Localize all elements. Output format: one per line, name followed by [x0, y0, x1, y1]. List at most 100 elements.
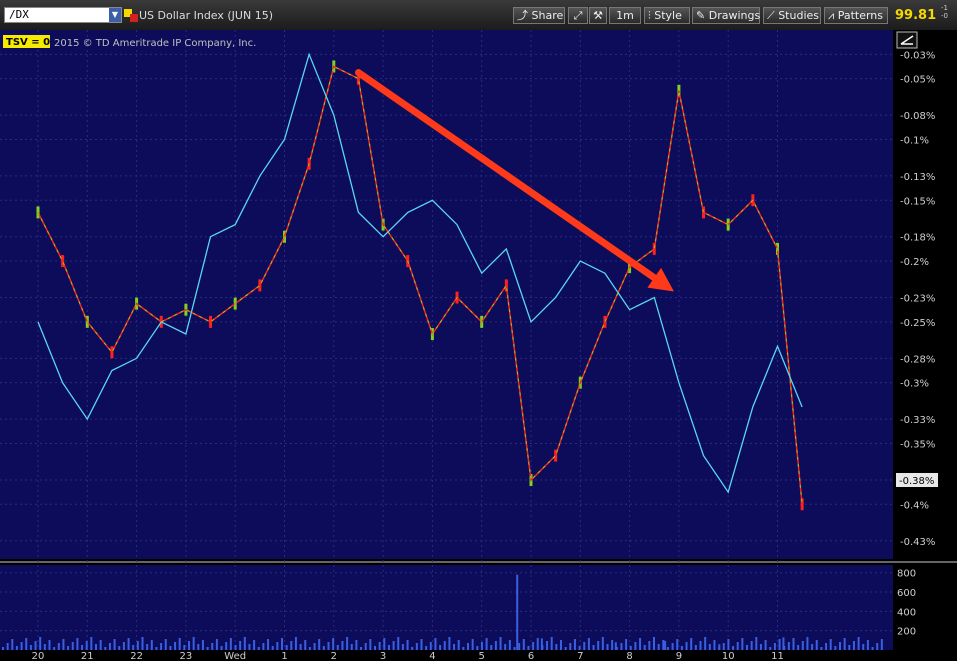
volume-bar — [29, 645, 32, 650]
volume-bar — [355, 640, 358, 650]
volume-bar — [680, 646, 683, 650]
volume-bar — [508, 640, 511, 650]
volume-bar — [229, 638, 232, 650]
side-bottom: -0 — [941, 12, 948, 20]
y-tick-label: -0.43% — [900, 537, 935, 548]
volume-bar — [648, 641, 651, 650]
y-tick-label: -0.23% — [900, 294, 935, 305]
drawings-button[interactable]: ✎ Drawings — [692, 7, 760, 24]
volume-bar — [727, 639, 730, 650]
volume-bar — [453, 644, 456, 650]
volume-bar — [378, 642, 381, 650]
link-icon[interactable] — [130, 14, 138, 22]
volume-bar — [592, 645, 595, 650]
volume-bar — [104, 647, 107, 650]
study-label: TSV = 0 — [6, 37, 50, 48]
x-tick-label: 4 — [429, 651, 435, 661]
style-button[interactable]: ⫶ Style — [644, 7, 690, 24]
volume-bar — [95, 644, 97, 650]
volume-bar — [174, 642, 177, 650]
volume-bar — [201, 640, 204, 650]
volume-bar — [694, 645, 697, 650]
patterns-icon: ⩘ — [828, 9, 838, 22]
volume-bar — [443, 641, 446, 650]
price-axis — [893, 30, 957, 661]
volume-bar — [225, 642, 228, 650]
volume-bar — [448, 637, 451, 650]
volume-panel — [0, 565, 893, 650]
volume-bar — [304, 640, 307, 650]
volume-bar — [122, 642, 125, 650]
volume-spike — [782, 637, 785, 650]
x-tick-label: 21 — [81, 651, 94, 661]
symbol-input[interactable]: /DX — [4, 7, 122, 23]
volume-bar — [513, 647, 516, 650]
volume-bar — [866, 640, 869, 650]
volume-bar — [750, 641, 753, 650]
volume-bar — [611, 640, 614, 650]
volume-bar — [118, 646, 121, 650]
volume-bar — [787, 642, 790, 650]
x-tick-label: 5 — [479, 651, 485, 661]
volume-bar — [764, 640, 767, 650]
volume-bar — [332, 638, 335, 650]
y-tick-label: -0.3% — [900, 379, 929, 390]
tools-icon[interactable]: ⚒ — [589, 7, 607, 24]
x-tick-label: 6 — [528, 651, 534, 661]
symbol-dropdown-icon[interactable]: ▼ — [109, 8, 121, 22]
style-label: Style — [654, 9, 682, 22]
volume-bar — [662, 640, 665, 650]
y-tick-label: -0.1% — [900, 135, 929, 146]
volume-bar — [369, 639, 372, 650]
volume-bar — [248, 644, 251, 650]
y-tick-label: -0.2% — [900, 257, 929, 268]
y-tick-label: -0.05% — [900, 75, 935, 86]
volume-bar — [569, 643, 572, 650]
volume-bar — [722, 643, 725, 650]
volume-bar — [327, 642, 330, 650]
volume-bar — [15, 646, 18, 650]
price-chart[interactable]: -0.03% -0.05% -0.08% -0.1% -0.13% -0.15% -0.18… — [0, 30, 957, 661]
volume-bar — [653, 637, 655, 650]
x-tick-label: 9 — [676, 651, 682, 661]
volume-tick-label: 600 — [897, 588, 916, 599]
volume-bar — [829, 639, 832, 650]
volume-bar — [560, 640, 562, 650]
volume-bar — [81, 645, 84, 650]
y-tick-label: -0.25% — [900, 318, 935, 329]
volume-bar — [597, 641, 600, 650]
side-top: -1 — [941, 4, 948, 12]
volume-bar — [797, 645, 800, 650]
volume-bar — [420, 639, 423, 650]
volume-bar — [713, 640, 716, 650]
share-button[interactable]: ⤴ Share — [513, 7, 565, 24]
volume-bar — [99, 640, 102, 650]
timeframe-button[interactable]: 1m — [609, 7, 641, 24]
x-tick-label: 22 — [130, 651, 143, 661]
y-tick-label: -0.15% — [900, 196, 935, 207]
volume-bar — [271, 646, 274, 650]
volume-bar — [188, 641, 190, 650]
volume-bar — [471, 639, 474, 650]
studies-label: Studies — [778, 9, 820, 22]
volume-bar — [387, 645, 390, 650]
volume-bar — [53, 647, 56, 650]
volume-bar — [429, 642, 432, 650]
volume-bar — [499, 637, 502, 650]
copyright-text: 2015 © TD Ameritrade IP Company, Inc. — [54, 38, 256, 49]
volume-bar — [778, 639, 781, 650]
volume-bar — [806, 637, 809, 650]
current-value-label: -0.38% — [899, 476, 934, 487]
patterns-button[interactable]: ⩘ Patterns — [824, 7, 888, 24]
volume-bar — [518, 643, 521, 650]
volume-bar — [281, 638, 283, 650]
volume-bar — [457, 640, 460, 650]
expand-icon[interactable]: ⤢ — [568, 7, 588, 24]
y-tick-label: -0.18% — [900, 233, 935, 244]
volume-bar — [467, 643, 469, 650]
studies-button[interactable]: ⟋ Studies — [763, 7, 821, 24]
volume-bar — [243, 637, 246, 650]
y-tick-label: -0.13% — [900, 172, 935, 183]
volume-spike — [718, 644, 721, 650]
volume-bar — [318, 639, 321, 650]
